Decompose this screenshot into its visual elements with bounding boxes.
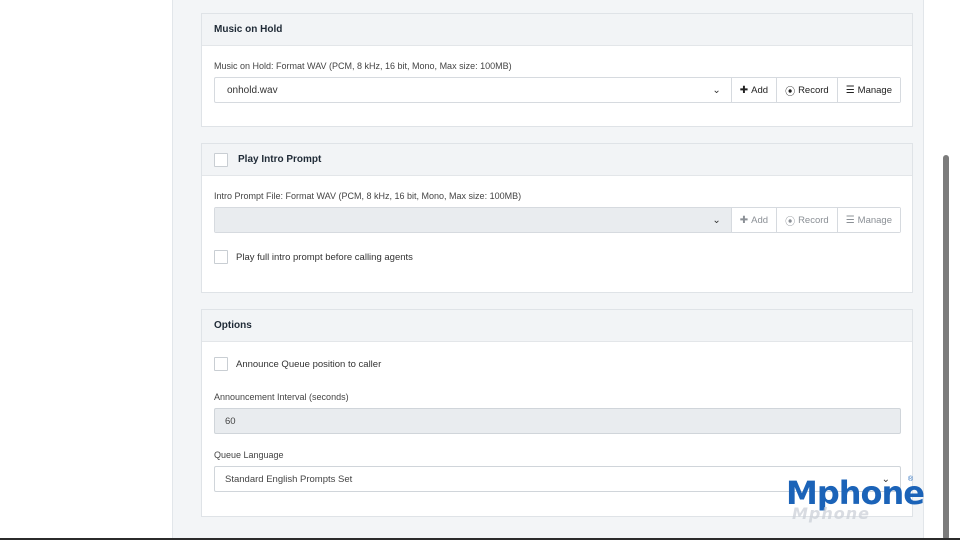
full-intro-prompt-label: Play full intro prompt before calling ag… [236, 251, 413, 263]
intro-prompt-header: Play Intro Prompt [202, 144, 912, 176]
music-on-hold-header: Music on Hold [202, 14, 912, 46]
list-icon: ☰ [845, 84, 855, 96]
manage-intro-button[interactable]: ☰ Manage [836, 208, 900, 232]
record-music-button[interactable]: ⦿ Record [776, 78, 837, 102]
music-on-hold-select[interactable]: onhold.wav ⌄ [215, 78, 731, 102]
announce-position-row: Announce Queue position to caller [214, 357, 381, 371]
add-music-button[interactable]: ✚ Add [730, 78, 777, 102]
manage-intro-label: Manage [857, 214, 892, 226]
intro-prompt-select[interactable]: ⌄ [215, 208, 731, 232]
plus-icon: ✚ [739, 214, 749, 226]
intro-prompt-select-row: ⌄ ✚ Add ⦿ Record ☰ Manage [214, 207, 901, 233]
add-music-label: Add [751, 84, 769, 96]
music-on-hold-select-row: onhold.wav ⌄ ✚ Add ⦿ Record ☰ Manage [214, 77, 901, 103]
queue-language-value: Standard English Prompts Set [225, 473, 353, 485]
play-intro-prompt-checkbox[interactable] [214, 152, 228, 167]
intro-prompt-card: Play Intro Prompt Intro Prompt File: For… [201, 143, 913, 293]
record-icon: ⦿ [785, 86, 796, 98]
add-intro-label: Add [751, 214, 769, 226]
add-intro-button[interactable]: ✚ Add [730, 208, 777, 232]
music-on-hold-file-label: Music on Hold: Format WAV (PCM, 8 kHz, 1… [214, 61, 512, 71]
queue-language-label: Queue Language [214, 450, 284, 460]
logo-reflection: Mphone [792, 504, 870, 523]
logo-registered-mark: ® [908, 476, 914, 483]
options-header: Options [202, 310, 912, 342]
list-icon: ☰ [845, 214, 855, 226]
music-on-hold-title: Music on Hold [214, 24, 283, 35]
music-on-hold-card: Music on Hold Music on Hold: Format WAV … [201, 13, 913, 127]
chevron-down-icon: ⌄ [712, 84, 721, 96]
scrollbar-thumb[interactable] [943, 155, 949, 540]
manage-music-button[interactable]: ☰ Manage [836, 78, 900, 102]
plus-icon: ✚ [739, 84, 749, 96]
record-icon: ⦿ [785, 216, 796, 228]
announcement-interval-input[interactable]: 60 [214, 408, 901, 434]
chevron-down-icon: ⌄ [712, 214, 721, 226]
record-intro-label: Record [798, 214, 829, 226]
record-music-label: Record [798, 84, 829, 96]
intro-prompt-title: Play Intro Prompt [238, 154, 322, 165]
announcement-interval-label: Announcement Interval (seconds) [214, 392, 349, 402]
announcement-interval-value: 60 [225, 415, 236, 427]
announce-position-label: Announce Queue position to caller [236, 358, 382, 370]
options-title: Options [214, 320, 252, 331]
full-intro-prompt-checkbox[interactable] [214, 250, 228, 264]
intro-prompt-file-label: Intro Prompt File: Format WAV (PCM, 8 kH… [214, 191, 522, 201]
full-intro-prompt-row: Play full intro prompt before calling ag… [214, 250, 413, 264]
mphone-logo: Mphone Mphone ® [786, 474, 926, 523]
announce-position-checkbox[interactable] [214, 357, 228, 371]
record-intro-button[interactable]: ⦿ Record [776, 208, 837, 232]
manage-music-label: Manage [857, 84, 892, 96]
music-on-hold-selected-file: onhold.wav [227, 84, 278, 96]
